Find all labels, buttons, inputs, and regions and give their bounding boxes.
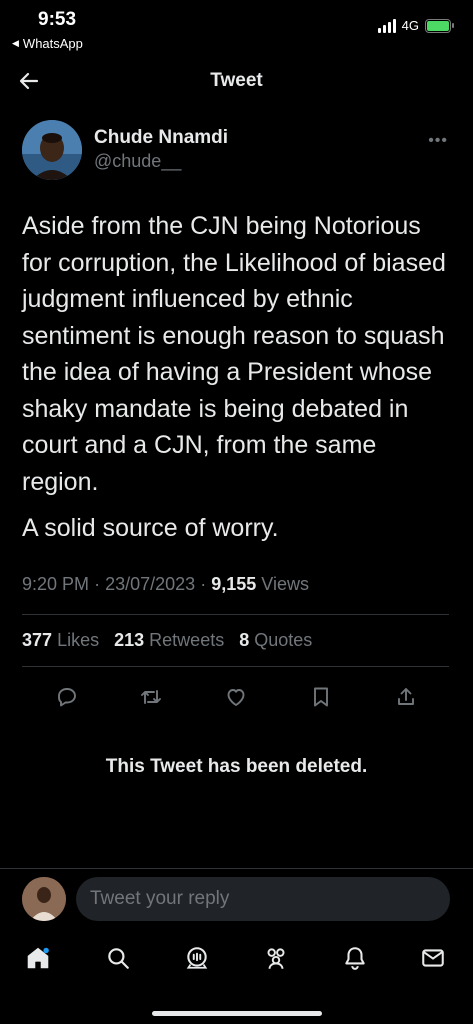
bookmark-icon[interactable] bbox=[306, 682, 336, 712]
back-to-app-link[interactable]: ◀ WhatsApp bbox=[12, 36, 83, 51]
home-icon[interactable] bbox=[22, 942, 54, 974]
status-bar: 9:53 ◀ WhatsApp 4G bbox=[0, 0, 473, 56]
back-triangle-icon: ◀ bbox=[12, 38, 19, 48]
reply-icon[interactable] bbox=[52, 682, 82, 712]
battery-charging-icon bbox=[425, 18, 454, 33]
cellular-signal-icon bbox=[377, 18, 396, 33]
tweet-date: 23/07/2023 bbox=[105, 574, 196, 594]
retweet-icon[interactable] bbox=[136, 682, 166, 712]
tweet-paragraph: Aside from the CJN being Notorious for c… bbox=[22, 212, 446, 496]
user-avatar[interactable] bbox=[22, 877, 66, 921]
notifications-icon[interactable] bbox=[339, 942, 371, 974]
like-icon[interactable] bbox=[221, 682, 251, 712]
status-indicators: 4G bbox=[377, 18, 454, 33]
communities-icon[interactable] bbox=[260, 942, 292, 974]
meta-separator: · bbox=[94, 574, 101, 594]
more-options-icon[interactable]: ••• bbox=[428, 132, 448, 150]
home-indicator bbox=[152, 1011, 322, 1016]
quotes-count: 8 bbox=[239, 630, 250, 650]
retweets-label: Retweets bbox=[149, 630, 225, 650]
tweet-actions bbox=[22, 682, 449, 712]
views-count: 9,155 bbox=[211, 574, 257, 594]
likes-stat[interactable]: 377 Likes bbox=[22, 630, 99, 650]
quotes-stat[interactable]: 8 Quotes bbox=[239, 630, 312, 650]
likes-count: 377 bbox=[22, 630, 53, 650]
tweet-meta: 9:20 PM · 23/07/2023 · 9,155 Views bbox=[22, 574, 309, 595]
status-time: 9:53 bbox=[38, 9, 77, 30]
spaces-icon[interactable] bbox=[181, 942, 213, 974]
tweet-time: 9:20 PM bbox=[22, 574, 90, 594]
tweet-body: Aside from the CJN being Notorious for c… bbox=[22, 208, 454, 557]
author-handle[interactable]: @chude__ bbox=[94, 151, 181, 172]
author-avatar[interactable] bbox=[22, 120, 82, 180]
views-label: Views bbox=[261, 574, 309, 594]
quotes-label: Quotes bbox=[254, 630, 313, 650]
reply-input[interactable] bbox=[76, 877, 450, 921]
tweet-paragraph: A solid source of worry. bbox=[22, 514, 279, 542]
share-icon[interactable] bbox=[391, 682, 421, 712]
tweet-author: Chude Nnamdi @chude__ ••• bbox=[22, 118, 452, 184]
deleted-notice: This Tweet has been deleted. bbox=[105, 756, 368, 777]
messages-icon[interactable] bbox=[417, 942, 449, 974]
meta-separator: · bbox=[200, 574, 207, 594]
search-icon[interactable] bbox=[102, 942, 134, 974]
page-title: Tweet bbox=[210, 70, 263, 91]
divider bbox=[22, 666, 449, 667]
bottom-tab-bar bbox=[0, 928, 473, 1024]
tweet-header: Tweet bbox=[0, 56, 473, 108]
back-app-label: WhatsApp bbox=[22, 36, 83, 51]
reply-bar bbox=[0, 868, 473, 928]
tweet-stats: 377 Likes 213 Retweets 8 Quotes bbox=[22, 630, 312, 651]
author-name[interactable]: Chude Nnamdi bbox=[94, 127, 228, 149]
likes-label: Likes bbox=[57, 630, 100, 650]
divider bbox=[22, 614, 449, 615]
network-type: 4G bbox=[401, 18, 419, 33]
retweets-stat[interactable]: 213 Retweets bbox=[114, 630, 224, 650]
retweets-count: 213 bbox=[114, 630, 145, 650]
